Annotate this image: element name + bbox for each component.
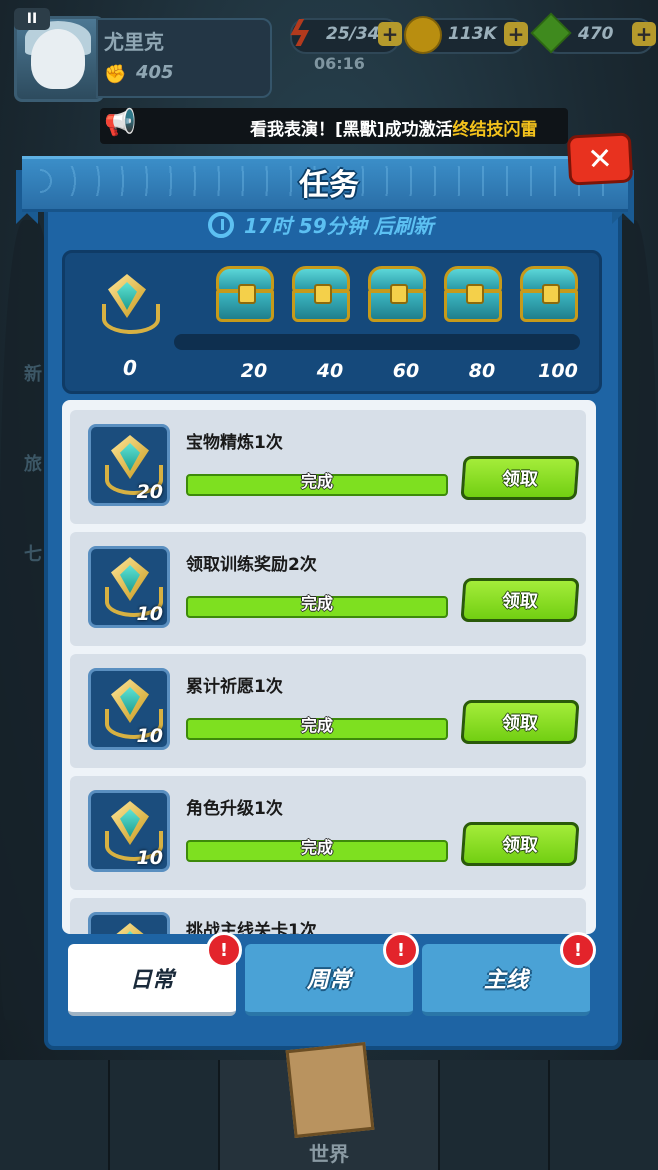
- refresh-timer: 17时 59分钟 后刷新: [208, 210, 434, 239]
- power-value: 405: [136, 62, 174, 83]
- task-reward-icon: [88, 912, 170, 934]
- claim-button[interactable]: 领取: [460, 578, 580, 622]
- close-button[interactable]: ✕: [566, 132, 634, 186]
- announcement-prefix: 看我表演！[黑獸]成功激活: [250, 120, 453, 140]
- task-name: 角色升级1次: [186, 799, 283, 819]
- gem-icon: [530, 12, 572, 54]
- dialog-title: 任务: [299, 168, 359, 203]
- reward-chest-icon[interactable]: [368, 266, 426, 324]
- milestone-label: 60: [392, 360, 420, 382]
- gem-value: 470: [578, 24, 614, 44]
- task-progress-bar: 完成: [186, 716, 448, 740]
- reward-chest-icon[interactable]: [520, 266, 578, 324]
- task-reward-icon: 10: [88, 790, 170, 872]
- side-hint: 七: [24, 544, 42, 565]
- task-status: 完成: [300, 838, 333, 857]
- world-map-icon: [285, 1042, 375, 1138]
- pause-button[interactable]: II: [14, 8, 50, 30]
- milestone-label: 100: [538, 360, 578, 382]
- task-reward-icon: 10: [88, 546, 170, 628]
- refresh-text: 17时 59分钟 后刷新: [244, 214, 434, 238]
- task-status: 完成: [300, 472, 333, 491]
- top-hud: II 尤里克 ✊ 405 ϟ 25/34 + 113K + 470 + 06:1…: [0, 0, 658, 102]
- reward-chest-icon[interactable]: [216, 266, 274, 324]
- task-reward-points: 20: [136, 481, 163, 503]
- notification-badge-icon: !: [383, 932, 419, 968]
- milestone-label: 40: [316, 360, 344, 382]
- avatar-face: [31, 29, 85, 89]
- energy-counter: ϟ 25/34 +: [288, 14, 402, 55]
- task-row: 20 宝物精炼1次 完成 领取: [70, 410, 586, 524]
- tab-label: 周常: [306, 968, 351, 993]
- add-gold-button[interactable]: +: [504, 22, 528, 46]
- lightning-icon: ϟ: [288, 14, 312, 55]
- task-reward-points: 10: [136, 847, 163, 869]
- add-energy-button[interactable]: +: [378, 22, 402, 46]
- task-name: 宝物精炼1次: [186, 433, 283, 453]
- reward-chest-icon[interactable]: [444, 266, 502, 324]
- task-row: 挑战主线关卡1次: [70, 898, 586, 934]
- task-row: 10 累计祈愿1次 完成 领取: [70, 654, 586, 768]
- claim-button[interactable]: 领取: [460, 456, 580, 500]
- task-reward-icon: 20: [88, 424, 170, 506]
- tab-label: 日常: [129, 968, 174, 993]
- claim-button[interactable]: 领取: [460, 700, 580, 744]
- task-name: 挑战主线关卡1次: [186, 921, 317, 934]
- energy-timer: 06:16: [314, 54, 365, 73]
- tab-label: 主线: [483, 968, 528, 993]
- announcement-highlight: 终结技闪雷: [452, 120, 538, 140]
- task-name: 领取训练奖励2次: [186, 555, 317, 575]
- player-name: 尤里克: [104, 30, 164, 54]
- gold-counter: 113K +: [404, 16, 528, 54]
- task-row: 10 角色升级1次 完成 领取: [70, 776, 586, 890]
- task-status: 完成: [300, 716, 333, 735]
- megaphone-icon: 📢: [104, 108, 137, 138]
- notification-badge-icon: !: [206, 932, 242, 968]
- milestone-label: 80: [468, 360, 496, 382]
- task-name: 累计祈愿1次: [186, 677, 283, 697]
- activity-points: 0: [123, 356, 137, 380]
- task-row: 10 领取训练奖励2次 完成 领取: [70, 532, 586, 646]
- coin-icon: [404, 16, 442, 54]
- gold-value: 113K: [448, 24, 497, 44]
- notification-badge-icon: !: [560, 932, 596, 968]
- reward-chest-icon[interactable]: [292, 266, 350, 324]
- task-list[interactable]: 20 宝物精炼1次 完成 领取 10 领取训练奖励2次 完成 领取 10 累计祈…: [62, 400, 596, 934]
- power-icon: ✊: [104, 64, 127, 85]
- activity-progress-bar: [174, 334, 580, 350]
- side-hint: 旅: [24, 454, 42, 475]
- task-progress-bar: 完成: [186, 472, 448, 496]
- task-progress-bar: 完成: [186, 594, 448, 618]
- task-reward-points: 10: [136, 603, 163, 625]
- energy-value: 25/34: [326, 24, 380, 44]
- milestone-label: 20: [240, 360, 268, 382]
- claim-button[interactable]: 领取: [460, 822, 580, 866]
- task-reward-icon: 10: [88, 668, 170, 750]
- gem-counter: 470 +: [530, 12, 656, 54]
- activity-medal-icon: [100, 274, 160, 344]
- task-progress-bar: 完成: [186, 838, 448, 862]
- task-reward-points: 10: [136, 725, 163, 747]
- side-hint: 新: [24, 364, 42, 385]
- clock-icon: [208, 211, 234, 238]
- announcement-text: 看我表演！[黑獸]成功激活终结技闪雷: [250, 115, 562, 140]
- add-gem-button[interactable]: +: [632, 22, 656, 46]
- task-status: 完成: [300, 594, 333, 613]
- nav-world-label: 世界: [309, 1142, 349, 1166]
